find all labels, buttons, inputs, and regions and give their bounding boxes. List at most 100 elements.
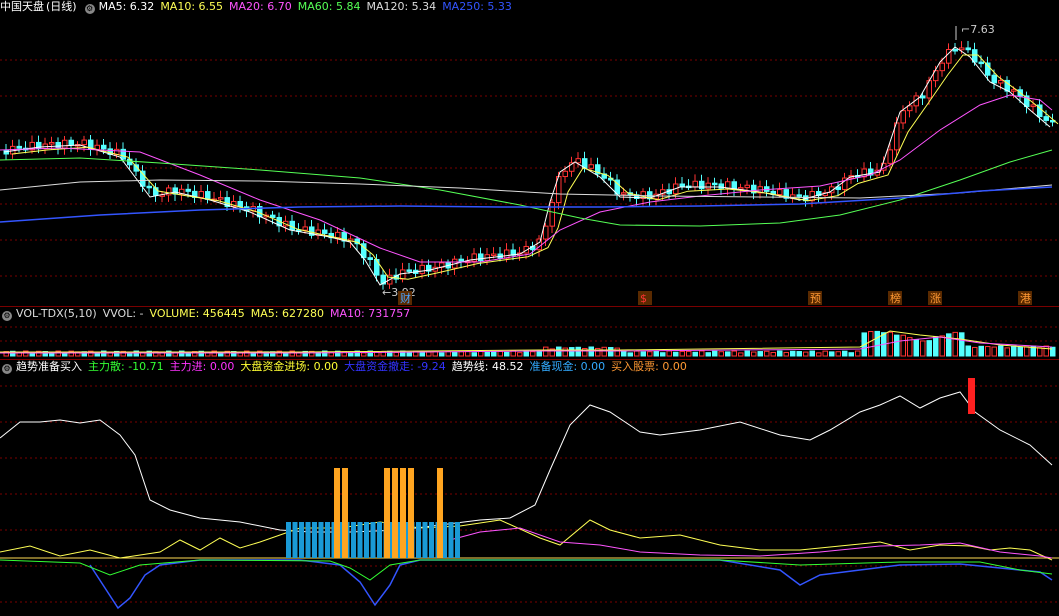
volume-bar	[809, 350, 815, 357]
volume-bar	[920, 340, 926, 357]
volume-bar	[842, 350, 848, 357]
volume-bar	[679, 350, 685, 357]
volume-bar	[959, 332, 965, 357]
volume-bar	[621, 350, 627, 357]
indicator-legend-item: 大盘资金撤走: -9.24	[344, 360, 446, 373]
volume-bar	[569, 347, 575, 357]
candle-body	[237, 200, 243, 208]
buy-signal-bar	[400, 468, 406, 558]
volume-bar	[991, 346, 997, 357]
candle-body	[549, 202, 555, 227]
event-marker: 港	[1020, 292, 1031, 305]
volume-header: ⚙ VOL-TDX(5,10) VVOL: - VOLUME: 456445 MA5: …	[0, 307, 422, 321]
volume-bar	[894, 334, 900, 357]
high-price-label: ⌐7.63	[961, 23, 995, 36]
candle-body	[491, 253, 497, 257]
volume-bar	[985, 346, 991, 357]
indicator-legend-item: 买入股票: 0.00	[611, 360, 687, 373]
ma-legend-item: MA60: 5.84	[297, 0, 361, 13]
candle-body	[991, 74, 997, 84]
candle-body	[406, 269, 412, 272]
volume-bar	[757, 351, 763, 357]
volume-bar	[887, 331, 893, 357]
ma-legend-item: MA5: 6.32	[98, 0, 155, 13]
volume-bar	[998, 345, 1004, 357]
volume-bar	[913, 339, 919, 357]
candle-body	[322, 229, 328, 234]
volume-bar	[692, 351, 698, 357]
volume-bar	[1043, 345, 1049, 357]
settings-icon[interactable]: ⚙	[2, 311, 12, 321]
volume-bar	[497, 350, 503, 357]
volume-bar	[406, 351, 412, 357]
prepare-cash-bar	[357, 522, 363, 558]
capital-in-line	[0, 519, 1053, 561]
volume-legend-item: MA10: 731757	[330, 307, 411, 320]
volume-bar	[952, 331, 958, 357]
price-panel[interactable]: 中国天盘 (日线) ⚙ MA5: 6.32 MA10: 6.55 MA20: 6.70 MA…	[0, 0, 1059, 306]
volume-bar	[868, 331, 874, 357]
event-marker: 财	[400, 291, 411, 305]
candle-body	[796, 194, 802, 197]
candle-body	[55, 141, 61, 149]
ma-legend-item: MA120: 5.34	[366, 0, 437, 13]
period-label: (日线)	[46, 0, 77, 13]
settings-icon[interactable]: ⚙	[84, 4, 95, 14]
candle-body	[1011, 89, 1017, 92]
candle-body	[101, 144, 107, 150]
candle-body	[400, 269, 406, 280]
volume-legend: VVOL: - VOLUME: 456445 MA5: 627280 MA10: 73…	[103, 307, 417, 320]
volume-bar	[686, 350, 692, 357]
prepare-cash-bar	[429, 522, 434, 558]
volume-bar	[699, 350, 705, 357]
volume-panel[interactable]: ⚙ VOL-TDX(5,10) VVOL: - VOLUME: 456445 MA5: …	[0, 307, 1059, 359]
volume-bar	[744, 350, 750, 357]
candle-body	[712, 182, 718, 186]
candle-body	[705, 182, 711, 190]
candlestick-chart[interactable]: ⌐7.63←3.92财$预榜涨港	[0, 0, 1059, 306]
prepare-cash-bar	[448, 522, 454, 558]
candle-body	[731, 181, 737, 190]
volume-bar	[660, 352, 666, 357]
candle-body	[887, 149, 893, 164]
event-marker: 预	[810, 292, 821, 305]
volume-bar	[484, 351, 490, 357]
indicator-legend-item: 趋势线: 48.52	[451, 360, 524, 373]
volume-bar	[783, 351, 789, 357]
settings-icon[interactable]: ⚙	[2, 364, 12, 374]
volume-bar	[588, 346, 594, 357]
candle-body	[920, 95, 926, 99]
candle-body	[335, 231, 341, 239]
volume-bar	[393, 351, 399, 357]
event-marker: 榜	[890, 291, 901, 305]
event-marker: $	[640, 292, 647, 305]
volume-bar	[634, 350, 640, 357]
volume-bar	[926, 340, 932, 357]
volume-bar	[614, 347, 620, 357]
ma20-line	[0, 94, 1053, 263]
volume-bar	[673, 351, 679, 357]
ma10-line	[11, 54, 1059, 280]
trend-line	[0, 391, 1053, 533]
indicator-panel[interactable]: ⚙ 趋势准备买入 主力散: -10.71 主力进: 0.00 大盘资金进场: 0.00 大…	[0, 360, 1059, 616]
indicator-legend-item: 准备现金: 0.00	[529, 360, 606, 373]
volume-bar	[978, 345, 984, 357]
candle-body	[419, 264, 425, 274]
candle-body	[205, 191, 211, 200]
capital-out-line	[89, 559, 1053, 610]
candle-body	[965, 47, 971, 51]
indicator-legend: 主力散: -10.71 主力进: 0.00 大盘资金进场: 0.00 大盘资金撤走: …	[88, 360, 693, 373]
candle-body	[939, 62, 945, 72]
volume-bar	[523, 350, 529, 357]
volume-legend-item: VOLUME: 456445	[149, 307, 245, 320]
volume-bar	[705, 352, 711, 357]
buy-signal-bar	[408, 468, 414, 558]
indicator-chart[interactable]	[0, 360, 1059, 616]
ma-legend: MA5: 6.32 MA10: 6.55 MA20: 6.70 MA60: 5.84 M…	[99, 0, 518, 13]
candle-body	[289, 220, 295, 231]
volume-bar	[556, 346, 562, 357]
prepare-cash-bar	[351, 522, 356, 558]
candle-body	[692, 180, 698, 188]
candle-body	[81, 139, 87, 146]
volume-bar	[666, 350, 672, 357]
